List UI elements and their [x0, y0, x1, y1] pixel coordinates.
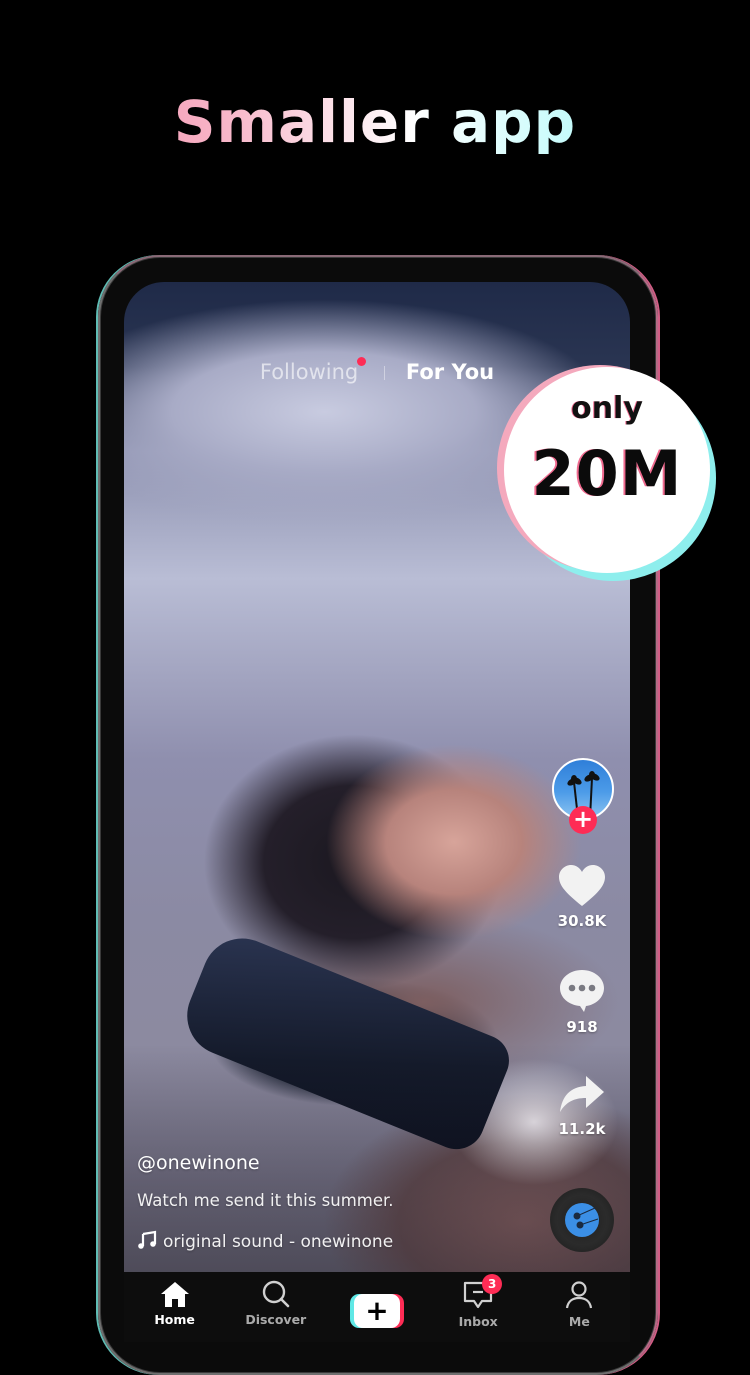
plus-icon: + [572, 805, 594, 833]
video-description: Watch me send it this summer. [137, 1191, 394, 1210]
comment-bubble-icon [560, 970, 604, 1012]
creator-username[interactable]: @onewinone [137, 1152, 260, 1174]
new-content-dot [357, 357, 367, 366]
nav-me-label: Me [568, 1314, 590, 1329]
share-count: 11.2k [558, 1120, 606, 1138]
spinning-disc-icon [565, 1203, 599, 1237]
tab-following[interactable]: Following [259, 357, 367, 384]
badge-prefix: only [571, 391, 643, 426]
comment-button[interactable]: 918 [550, 968, 614, 1036]
tab-following-label: Following [259, 360, 359, 384]
nav-discover-label: Discover [245, 1312, 307, 1327]
music-note-icon [138, 1230, 157, 1249]
nav-me[interactable]: Me [539, 1272, 619, 1329]
share-arrow-icon [560, 1076, 604, 1112]
app-size-badge: only 20M [504, 367, 710, 573]
profile-icon [566, 1281, 593, 1309]
nav-home-label: Home [154, 1312, 195, 1327]
headline: Smaller app [0, 88, 750, 156]
heart-icon [559, 865, 605, 906]
share-button[interactable]: 11.2k [550, 1074, 614, 1138]
bottom-nav: Home Discover + 3 Inbox Me [124, 1272, 630, 1342]
create-button[interactable]: + [349, 1294, 404, 1328]
nav-discover[interactable]: Discover [236, 1272, 316, 1327]
comment-count: 918 [566, 1018, 598, 1036]
nav-inbox[interactable]: 3 Inbox [438, 1272, 518, 1329]
sound-link[interactable]: original sound - onewinone [137, 1230, 393, 1252]
nav-create[interactable]: + [337, 1272, 417, 1328]
follow-button[interactable]: + [569, 806, 597, 834]
badge-size: 20M [531, 437, 683, 510]
inbox-unread-badge: 3 [482, 1274, 503, 1294]
sound-disc[interactable] [550, 1188, 614, 1252]
create-plus-icon: + [353, 1294, 400, 1328]
tab-divider [383, 366, 385, 380]
home-icon [160, 1282, 189, 1307]
tab-for-you[interactable]: For You [406, 360, 494, 384]
search-icon [262, 1280, 290, 1308]
sound-name: original sound - onewinone [163, 1232, 394, 1252]
like-button[interactable]: 30.8K [550, 864, 614, 930]
nav-inbox-label: Inbox [458, 1314, 498, 1329]
like-count: 30.8K [557, 912, 607, 930]
nav-home[interactable]: Home [135, 1272, 215, 1327]
